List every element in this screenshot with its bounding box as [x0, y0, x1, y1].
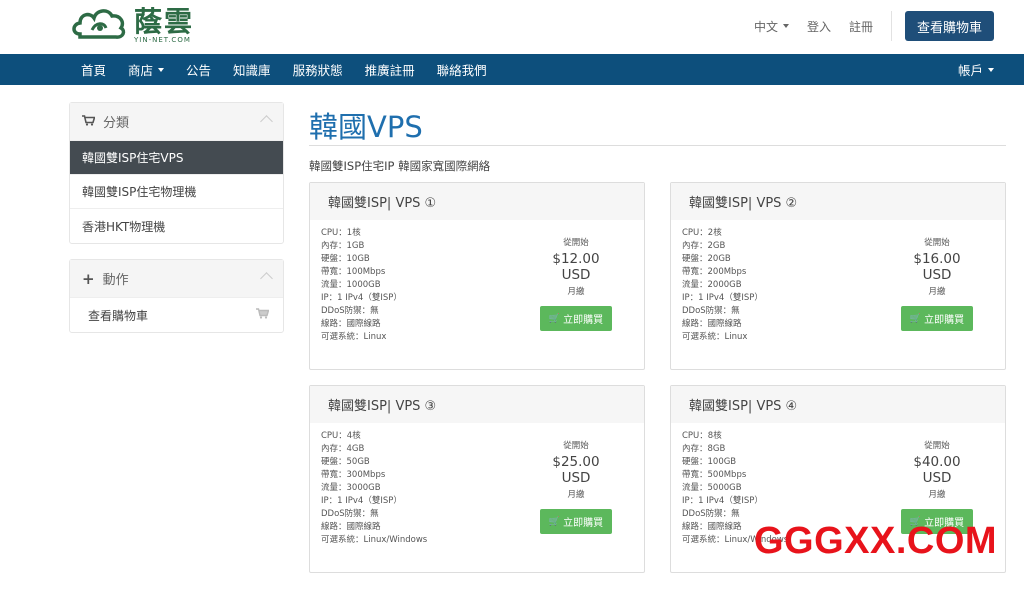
categories-panel-header[interactable]: 分類 [70, 103, 283, 141]
language-label: 中文 [753, 19, 778, 34]
chevron-up-icon[interactable] [260, 272, 273, 285]
nav-account-label: 帳戶 [957, 63, 983, 78]
categories-panel: 分類 韓國雙ISP住宅VPS 韓國雙ISP住宅物理機 香港HKT物理機 [69, 102, 284, 244]
product-name: 韓國雙ISP| VPS ① [310, 183, 644, 220]
order-now-button[interactable]: 🛒 立即購買 [540, 306, 612, 331]
product-spec: 可選系統：Linux/Windows [321, 535, 428, 545]
order-now-label: 立即購買 [924, 315, 965, 326]
nav-contact[interactable]: 聯絡我們 [426, 54, 498, 85]
view-cart-button[interactable]: 查看購物車 [904, 11, 994, 41]
order-now-button[interactable]: 🛒 立即購買 [540, 509, 612, 534]
product-card: 韓國雙ISP| VPS ① CPU：1核 內存：1GB 硬盤：10GB 帶寬：1… [309, 182, 645, 370]
nav-status[interactable]: 服務狀態 [282, 54, 354, 85]
product-spec: 可選系統：Linux [321, 332, 387, 342]
product-pricing: 從開始 $12.00 USD 月繳 🛒 立即購買 [536, 236, 616, 331]
plus-icon: + [82, 269, 95, 288]
product-pricing: 從開始 $25.00 USD 月繳 🛒 立即購買 [536, 439, 616, 534]
action-view-cart[interactable]: 查看購物車 [70, 298, 283, 332]
cloud-logo-icon [72, 9, 126, 39]
billing-period: 月繳 [928, 490, 946, 500]
nav-knowledgebase[interactable]: 知識庫 [222, 54, 282, 85]
caret-down-icon [988, 67, 994, 72]
watermark: GGGXX.COM [754, 520, 998, 562]
categories-title: 分類 [103, 116, 130, 131]
actions-title: 動作 [102, 273, 129, 288]
shopping-cart-icon: 🛒 [548, 313, 561, 324]
product-card: 韓國雙ISP| VPS ② CPU：2核 內存：2GB 硬盤：20GB 帶寬：2… [670, 182, 1006, 370]
price-from-label: 從開始 [563, 238, 589, 248]
price-from-label: 從開始 [924, 238, 950, 248]
main-nav: 首頁 商店 公告 知識庫 服務狀態 推廣註冊 聯絡我們 帳戶 [0, 54, 1024, 85]
login-link[interactable]: 登入 [807, 18, 831, 35]
product-name: 韓國雙ISP| VPS ② [671, 183, 1005, 220]
category-item-kr-vps[interactable]: 韓國雙ISP住宅VPS [70, 141, 283, 175]
brand-name: 蔭雲 [134, 5, 195, 38]
product-price: $25.00 USD [552, 454, 600, 486]
nav-affiliates[interactable]: 推廣註冊 [354, 54, 426, 85]
nav-announcements[interactable]: 公告 [175, 54, 222, 85]
order-now-button[interactable]: 🛒 立即購買 [901, 306, 973, 331]
price-from-label: 從開始 [563, 441, 589, 451]
caret-down-icon [782, 24, 789, 28]
product-card: 韓國雙ISP| VPS ③ CPU：4核 內存：4GB 硬盤：50GB 帶寬：3… [309, 385, 645, 573]
billing-period: 月繳 [928, 287, 946, 297]
title-divider [309, 145, 1006, 146]
product-price: $16.00 USD [913, 251, 961, 283]
actions-panel: + 動作 查看購物車 [69, 259, 284, 333]
shopping-cart-icon [256, 308, 270, 323]
brand-logo[interactable]: 蔭雲 YIN-NET.COM [70, 4, 194, 46]
page-title: 韓國VPS [309, 110, 423, 144]
register-link[interactable]: 註冊 [849, 18, 873, 35]
order-now-label: 立即購買 [563, 518, 604, 529]
price-from-label: 從開始 [924, 441, 950, 451]
brand-domain: YIN-NET.COM [134, 36, 191, 44]
shopping-cart-icon: 🛒 [548, 516, 561, 527]
category-item-hk-dedicated[interactable]: 香港HKT物理機 [70, 209, 283, 243]
product-price: $40.00 USD [913, 454, 961, 486]
caret-down-icon [158, 67, 165, 72]
billing-period: 月繳 [567, 490, 585, 500]
product-name: 韓國雙ISP| VPS ④ [671, 386, 1005, 423]
actions-panel-header[interactable]: + 動作 [70, 260, 283, 298]
billing-period: 月繳 [567, 287, 585, 297]
product-price: $12.00 USD [552, 251, 600, 283]
action-view-cart-label: 查看購物車 [88, 308, 149, 323]
product-spec: 可選系統：Linux [682, 332, 748, 342]
header-divider [890, 11, 892, 41]
language-dropdown[interactable]: 中文 [754, 18, 789, 35]
order-now-label: 立即購買 [563, 315, 604, 326]
nav-store[interactable]: 商店 [117, 54, 175, 85]
shopping-cart-icon: 🛒 [909, 313, 922, 324]
category-item-kr-dedicated[interactable]: 韓國雙ISP住宅物理機 [70, 175, 283, 209]
nav-home[interactable]: 首頁 [70, 54, 117, 85]
chevron-up-icon[interactable] [260, 115, 273, 128]
product-pricing: 從開始 $16.00 USD 月繳 🛒 立即購買 [897, 236, 977, 331]
nav-account-dropdown[interactable]: 帳戶 [958, 54, 994, 85]
nav-store-label: 商店 [128, 63, 154, 78]
page-subtitle: 韓國雙ISP住宅IP 韓國家寬國際網絡 [309, 159, 491, 173]
shopping-cart-icon [82, 114, 96, 129]
product-name: 韓國雙ISP| VPS ③ [310, 386, 644, 423]
site-header: 蔭雲 YIN-NET.COM 中文 登入 註冊 查看購物車 [0, 0, 1024, 54]
